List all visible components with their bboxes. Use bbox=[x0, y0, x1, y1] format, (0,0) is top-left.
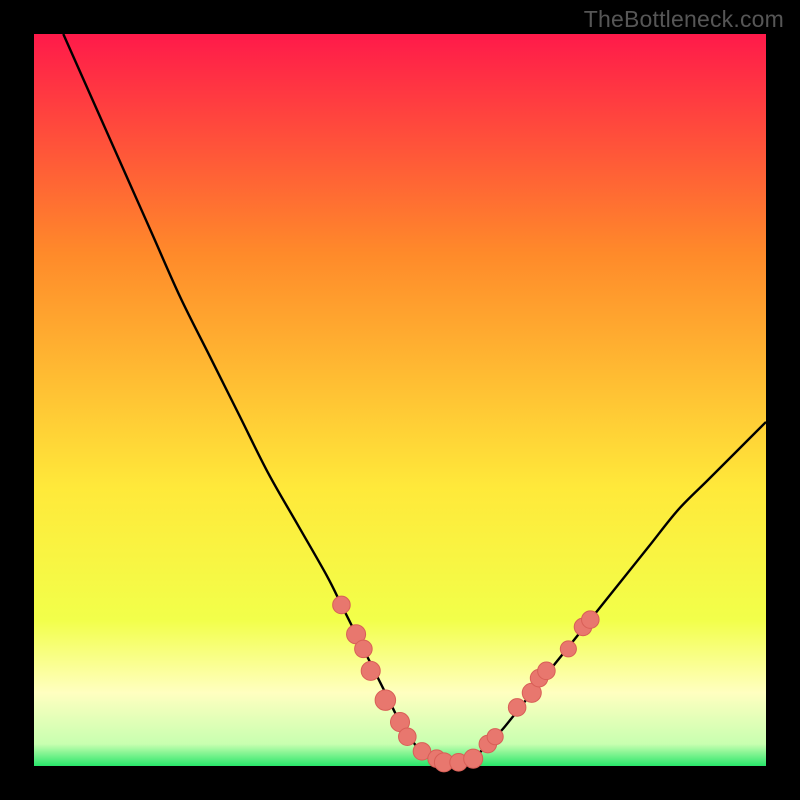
curve-marker bbox=[355, 640, 373, 658]
curve-marker bbox=[487, 729, 503, 745]
curve-marker bbox=[538, 662, 556, 680]
curve-marker bbox=[560, 641, 576, 657]
curve-marker bbox=[375, 690, 396, 711]
bottleneck-chart bbox=[0, 0, 800, 800]
plot-background bbox=[34, 34, 766, 766]
app-frame: TheBottleneck.com bbox=[0, 0, 800, 800]
curve-marker bbox=[464, 749, 483, 768]
curve-marker bbox=[399, 728, 417, 746]
curve-marker bbox=[361, 661, 380, 680]
curve-marker bbox=[582, 611, 600, 629]
curve-marker bbox=[508, 699, 526, 717]
curve-marker bbox=[333, 596, 351, 614]
